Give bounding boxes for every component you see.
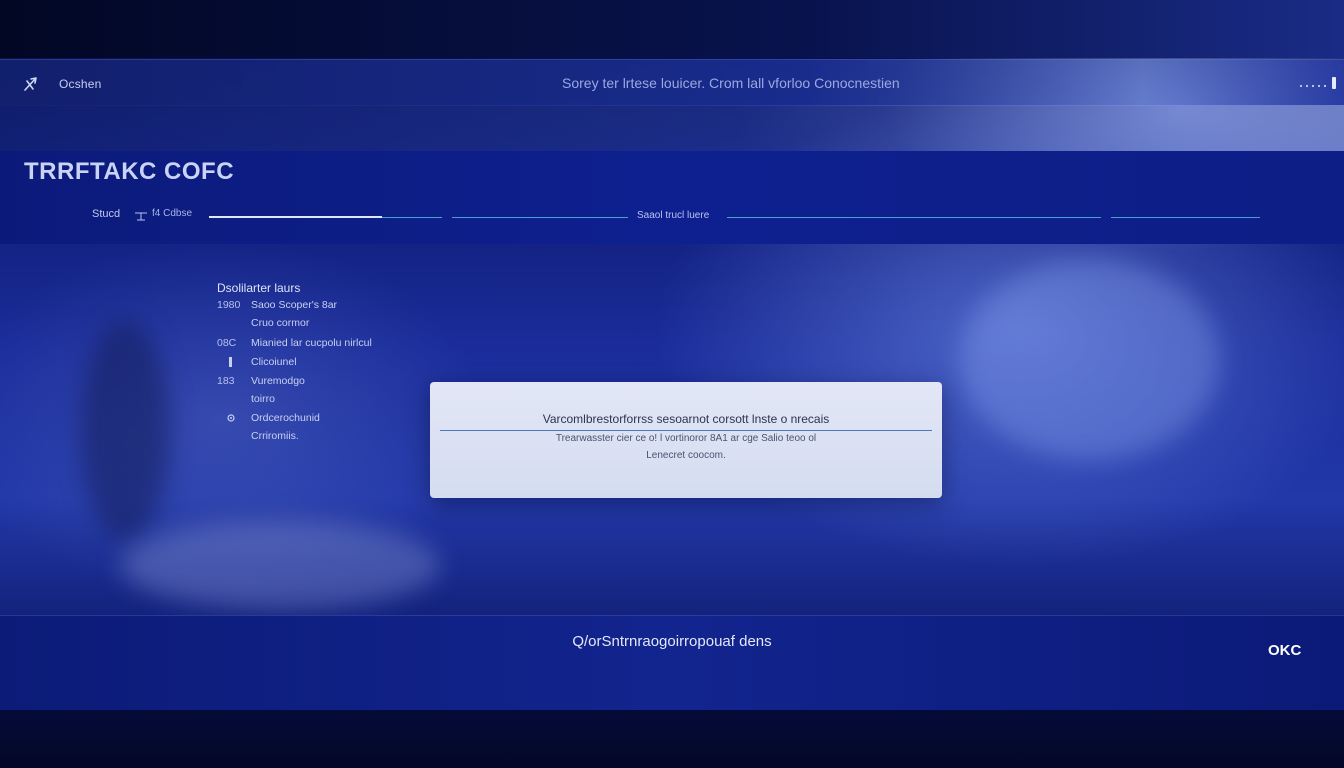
progress-segment bbox=[452, 217, 628, 218]
step-mid-label: Saaol trucl luere bbox=[637, 210, 710, 221]
footer-bar: Q/orSntrnraogoirropouaf dens OKC bbox=[0, 615, 1344, 711]
list-bullet-icon bbox=[217, 356, 247, 373]
dialog-body-text: Trearwasster cier ce o! l vortinoror 8A1… bbox=[555, 433, 817, 444]
list-item-label: Crriromiis. bbox=[251, 430, 299, 442]
list-item-label: Vuremodgo bbox=[251, 375, 305, 387]
cursor-bar-icon bbox=[1330, 76, 1338, 90]
top-strip bbox=[0, 0, 1344, 58]
notification-dialog: Varcomlbrestorforrss sesoarnot corsott l… bbox=[430, 382, 942, 498]
step-marker-icon bbox=[134, 208, 148, 221]
ok-button[interactable]: OKC bbox=[1268, 640, 1328, 660]
more-dots-icon[interactable] bbox=[1298, 78, 1328, 88]
list-item-index: 183 bbox=[217, 375, 235, 387]
step-value: f4 Cdbse bbox=[152, 208, 193, 219]
list-item-label: Ordcerochunid bbox=[251, 412, 320, 424]
progress-segment bbox=[382, 217, 442, 218]
progress-segment bbox=[1111, 217, 1260, 218]
brand-name[interactable]: Ocshen bbox=[59, 77, 102, 91]
list-item-label: Mianied lar cucpolu nirlcul bbox=[251, 337, 372, 349]
list-heading: Dsolilarter laurs bbox=[217, 281, 301, 295]
top-bar: Ocshen Sorey ter lrtese louicer. Crom la… bbox=[0, 59, 1344, 106]
arrow-logo-icon[interactable] bbox=[22, 75, 40, 93]
topbar-center-text: Sorey ter lrtese louicer. Crom lall vfor… bbox=[562, 75, 900, 91]
dialog-divider bbox=[440, 430, 932, 431]
page-title: TRRFTAKC COFC bbox=[24, 158, 235, 185]
footer-prompt-text: Q/orSntrnraogoirropouaf dens bbox=[572, 633, 772, 650]
dialog-title: Varcomlbrestorforrss sesoarnot corsott l… bbox=[542, 412, 830, 426]
progress-segment-active bbox=[209, 216, 382, 218]
step-label: Stucd bbox=[92, 208, 121, 220]
settings-small-icon bbox=[217, 412, 247, 429]
sub-header-band bbox=[0, 105, 1344, 151]
background-blur-left bbox=[80, 320, 170, 540]
list-item-label: Cruo cormor bbox=[251, 317, 310, 329]
list-item-label: toirro bbox=[251, 393, 275, 405]
list-item-label: Clicoiunel bbox=[251, 356, 297, 368]
bottom-strip bbox=[0, 710, 1344, 768]
background-blur-floor bbox=[120, 520, 440, 610]
background-blur-right bbox=[960, 260, 1220, 460]
list-item-label: Saoo Scoper's 8ar bbox=[251, 299, 338, 311]
dialog-body-text: Lenecret coocom. bbox=[646, 450, 726, 461]
list-item-index: 08C bbox=[217, 337, 237, 349]
list-item-index: 1980 bbox=[217, 299, 241, 311]
progress-segment bbox=[727, 217, 1101, 218]
